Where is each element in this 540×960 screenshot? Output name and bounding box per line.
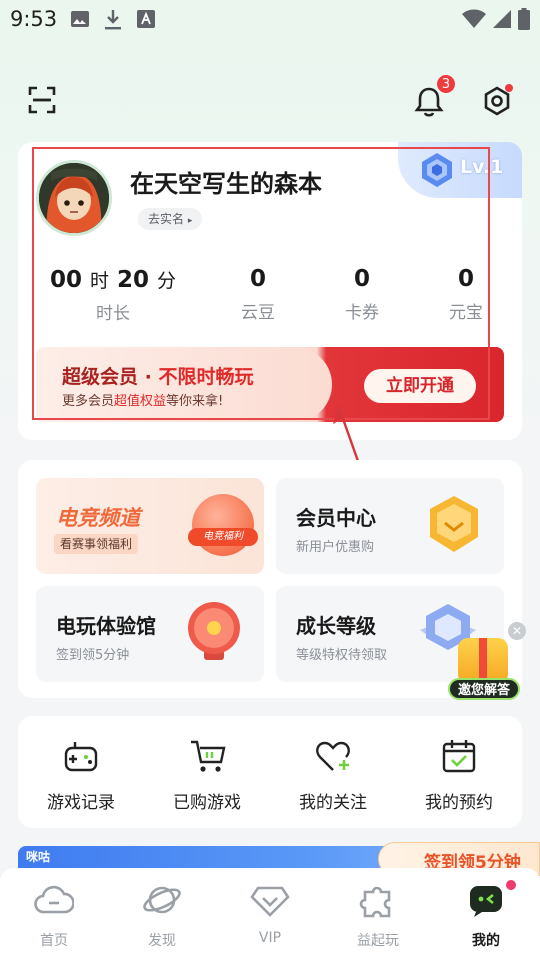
nav-label: 益起玩 bbox=[357, 933, 399, 949]
tile-title: 电竞频道 bbox=[56, 506, 140, 530]
nav-label: 首页 bbox=[40, 933, 68, 949]
profile-card: Lv.1 在天空写生的森本 去实名 ▸ 00 时 20 分 时长 0 云豆 0 … bbox=[18, 142, 522, 440]
signal-icon bbox=[493, 10, 511, 28]
esports-gift-icon bbox=[192, 494, 254, 556]
text-a-icon bbox=[137, 10, 155, 28]
planet-icon bbox=[143, 886, 181, 914]
bottom-nav: 首页 发现 VIP 益起玩 我的 bbox=[0, 868, 540, 960]
nav-mine[interactable]: 我的 bbox=[432, 868, 540, 960]
gamepad-icon bbox=[64, 742, 98, 772]
shortcut-label: 游戏记录 bbox=[47, 793, 115, 813]
nav-home[interactable]: 首页 bbox=[0, 868, 108, 960]
nav-discover[interactable]: 发现 bbox=[108, 868, 216, 960]
tile-title: 电玩体验馆 bbox=[56, 614, 156, 638]
help-label: 邀您解答 bbox=[448, 678, 520, 700]
close-icon[interactable]: ✕ bbox=[508, 622, 526, 640]
shortcut-game-history[interactable]: 游戏记录 bbox=[18, 716, 144, 828]
settings-red-dot bbox=[505, 84, 513, 92]
esports-badge: 电竞福利 bbox=[188, 528, 258, 546]
calendar-check-icon bbox=[442, 740, 476, 773]
member-shield-icon bbox=[430, 496, 478, 552]
status-time: 9:53 bbox=[10, 7, 58, 31]
cart-icon bbox=[191, 740, 226, 772]
shortcut-label: 我的关注 bbox=[299, 793, 367, 813]
floating-help-widget[interactable]: ✕ 邀您解答 bbox=[448, 622, 526, 702]
nav-label: 我的 bbox=[472, 933, 500, 949]
nav-red-dot bbox=[506, 880, 516, 890]
tile-title: 会员中心 bbox=[296, 506, 376, 530]
cloud-icon bbox=[34, 885, 74, 914]
status-system-icons bbox=[462, 8, 530, 30]
scan-icon[interactable] bbox=[28, 86, 56, 114]
feature-grid-card: 电竞频道 看赛事领福利 电竞福利 会员中心 新用户优惠购 电玩体验馆 签到领5分… bbox=[18, 460, 522, 698]
tile-subtitle-pill: 看赛事领福利 bbox=[54, 534, 139, 554]
shortcut-my-reservations[interactable]: 我的预约 bbox=[396, 716, 522, 828]
wifi-icon bbox=[462, 9, 486, 28]
download-icon bbox=[105, 10, 121, 30]
shortcut-label: 已购游戏 bbox=[173, 793, 241, 813]
settings-button[interactable] bbox=[482, 84, 514, 118]
profile-face-icon bbox=[470, 886, 502, 917]
tile-subtitle: 等级特权待领取 bbox=[296, 648, 388, 663]
tile-subtitle: 新用户优惠购 bbox=[296, 540, 375, 555]
shortcut-purchased-games[interactable]: 已购游戏 bbox=[144, 716, 270, 828]
prize-wheel-icon bbox=[188, 602, 240, 660]
diamond-icon bbox=[250, 886, 290, 917]
tile-arcade-hall[interactable]: 电玩体验馆 签到领5分钟 bbox=[36, 586, 264, 682]
nav-yiqiwan[interactable]: 益起玩 bbox=[324, 868, 432, 960]
nav-vip[interactable]: VIP bbox=[216, 868, 324, 960]
tile-esports[interactable]: 电竞频道 看赛事领福利 电竞福利 bbox=[36, 478, 264, 574]
tile-member-center[interactable]: 会员中心 新用户优惠购 bbox=[276, 478, 504, 574]
promo-logo: 咪咕 bbox=[26, 850, 51, 864]
status-notification-icons bbox=[70, 9, 156, 31]
shortcut-my-follows[interactable]: 我的关注 bbox=[270, 716, 396, 828]
image-icon bbox=[71, 11, 89, 27]
notification-badge: 3 bbox=[436, 74, 456, 94]
heart-plus-icon bbox=[316, 741, 350, 771]
tile-subtitle: 签到领5分钟 bbox=[56, 648, 130, 663]
shortcuts-card: 游戏记录 已购游戏 我的关注 我的预约 bbox=[18, 716, 522, 828]
nav-label: VIP bbox=[258, 930, 282, 946]
tile-title: 成长等级 bbox=[296, 614, 376, 638]
status-bar: 9:53 bbox=[0, 0, 540, 40]
puzzle-icon bbox=[359, 886, 391, 918]
battery-icon bbox=[518, 8, 530, 30]
shortcut-label: 我的预约 bbox=[425, 793, 493, 813]
notification-button[interactable]: 3 bbox=[414, 74, 456, 118]
highlight-box bbox=[32, 147, 490, 420]
nav-label: 发现 bbox=[148, 933, 176, 949]
